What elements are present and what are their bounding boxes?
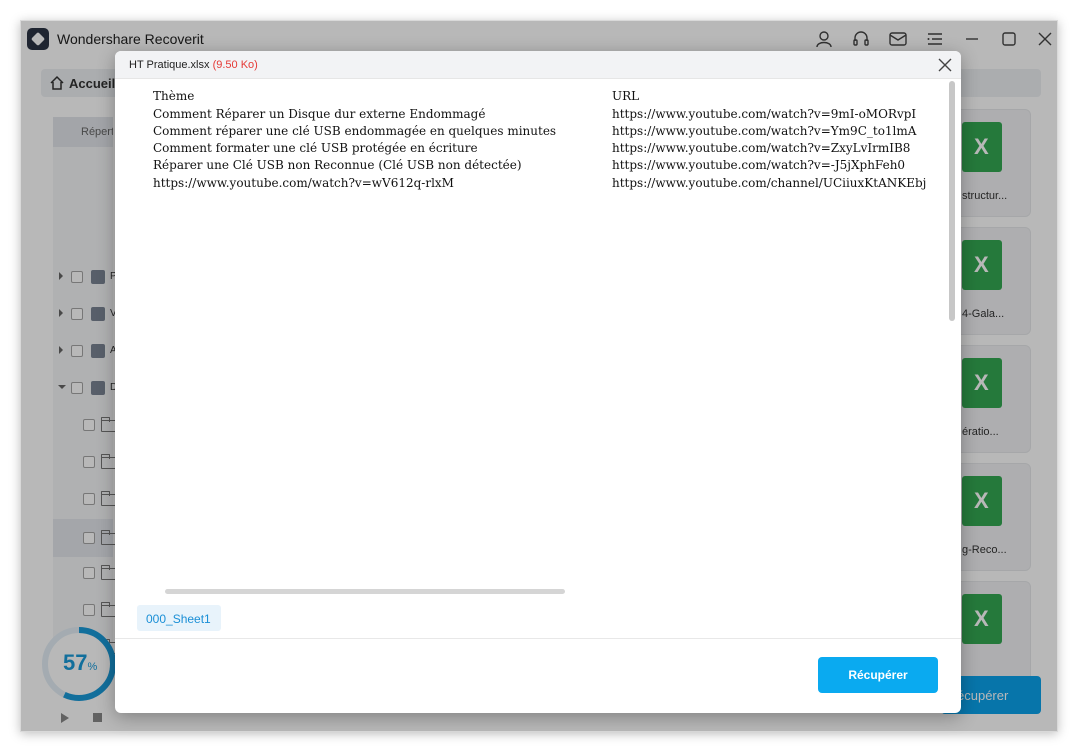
sheet-cell: URL [612,89,640,103]
spreadsheet-preview: Thème URL Comment Réparer un Disque dur … [153,89,953,609]
sheet-cell: https://www.youtube.com/watch?v=-J5jXphF… [612,158,906,172]
sheet-row: Comment formater une clé USB protégée en… [153,141,953,158]
sheet-row: Comment réparer une clé USB endommagée e… [153,124,953,141]
dialog-header: HT Pratique.xlsx (9.50 Ko) [115,51,961,79]
sheet-tab[interactable]: 000_Sheet1 [137,605,221,631]
vertical-scrollbar[interactable] [949,81,955,321]
sheet-cell: Comment réparer une clé USB endommagée e… [153,124,557,138]
sheet-row: Comment Réparer un Disque dur externe En… [153,107,953,124]
dialog-close-icon[interactable] [937,57,953,73]
sheet-row: Réparer une Clé USB non Reconnue (Clé US… [153,158,953,175]
recover-button[interactable]: Récupérer [818,657,938,693]
sheet-cell: https://www.youtube.com/watch?v=ZxyLvIrm… [612,141,911,155]
horizontal-scrollbar[interactable] [165,589,565,594]
sheet-cell: Thème [153,89,195,103]
sheet-cell: Réparer une Clé USB non Reconnue (Clé US… [153,158,522,172]
sheet-cell: https://www.youtube.com/watch?v=Ym9C_to1… [612,124,917,138]
sheet-row: https://www.youtube.com/watch?v=wV612q-r… [153,176,953,193]
divider [115,638,961,639]
sheet-row: Thème URL [153,89,953,106]
sheet-cell: Comment Réparer un Disque dur externe En… [153,107,486,121]
dialog-title: HT Pratique.xlsx (9.50 Ko) [129,59,258,71]
file-preview-dialog: HT Pratique.xlsx (9.50 Ko) Thème URL Com… [115,51,961,713]
sheet-cell: https://www.youtube.com/watch?v=9mI-oMOR… [612,107,917,121]
sheet-cell: https://www.youtube.com/channel/UCiiuxKt… [612,176,927,190]
sheet-cell: https://www.youtube.com/watch?v=wV612q-r… [153,176,454,190]
sheet-cell: Comment formater une clé USB protégée en… [153,141,478,155]
file-name: HT Pratique.xlsx [129,59,210,71]
file-size: (9.50 Ko) [212,59,258,71]
